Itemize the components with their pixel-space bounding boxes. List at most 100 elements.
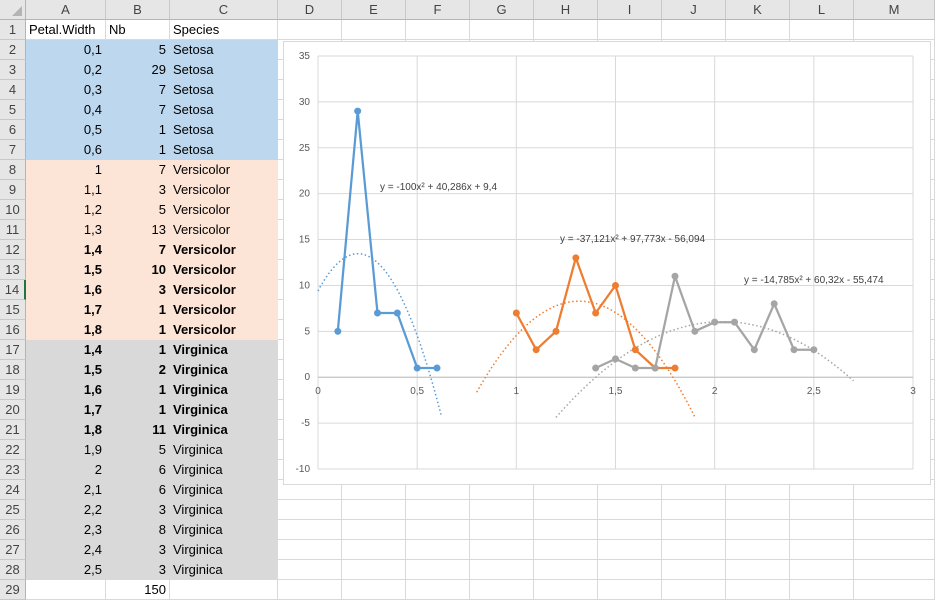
cell-b20[interactable]: 1 <box>106 400 170 420</box>
cell-e27[interactable] <box>342 540 406 560</box>
cell-c21[interactable]: Virginica <box>170 420 278 440</box>
cell-f28[interactable] <box>406 560 470 580</box>
cell-a29[interactable] <box>26 580 106 600</box>
cell-l29[interactable] <box>790 580 854 600</box>
cell-b9[interactable]: 3 <box>106 180 170 200</box>
cell-c8[interactable]: Versicolor <box>170 160 278 180</box>
cell-b21[interactable]: 11 <box>106 420 170 440</box>
row-header-9[interactable]: 9 <box>0 180 26 200</box>
cell-c10[interactable]: Versicolor <box>170 200 278 220</box>
cell-b29[interactable]: 150 <box>106 580 170 600</box>
row-header-23[interactable]: 23 <box>0 460 26 480</box>
cell-f29[interactable] <box>406 580 470 600</box>
cell-h29[interactable] <box>534 580 598 600</box>
cell-a11[interactable]: 1,3 <box>26 220 106 240</box>
column-header-d[interactable]: D <box>278 0 342 20</box>
column-header-c[interactable]: C <box>170 0 278 20</box>
cell-a9[interactable]: 1,1 <box>26 180 106 200</box>
row-header-26[interactable]: 26 <box>0 520 26 540</box>
cell-c29[interactable] <box>170 580 278 600</box>
cell-b23[interactable]: 6 <box>106 460 170 480</box>
cell-k25[interactable] <box>726 500 790 520</box>
cell-c6[interactable]: Setosa <box>170 120 278 140</box>
cell-c12[interactable]: Versicolor <box>170 240 278 260</box>
cell-a20[interactable]: 1,7 <box>26 400 106 420</box>
row-header-24[interactable]: 24 <box>0 480 26 500</box>
cell-c19[interactable]: Virginica <box>170 380 278 400</box>
cell-c26[interactable]: Virginica <box>170 520 278 540</box>
cell-l25[interactable] <box>790 500 854 520</box>
cell-a26[interactable]: 2,3 <box>26 520 106 540</box>
column-header-g[interactable]: G <box>470 0 534 20</box>
row-header-15[interactable]: 15 <box>0 300 26 320</box>
cell-i25[interactable] <box>598 500 662 520</box>
cell-c18[interactable]: Virginica <box>170 360 278 380</box>
cell-c3[interactable]: Setosa <box>170 60 278 80</box>
row-header-6[interactable]: 6 <box>0 120 26 140</box>
row-header-25[interactable]: 25 <box>0 500 26 520</box>
cell-b3[interactable]: 29 <box>106 60 170 80</box>
cell-c24[interactable]: Virginica <box>170 480 278 500</box>
cell-k1[interactable] <box>726 20 790 40</box>
cell-e28[interactable] <box>342 560 406 580</box>
cell-a16[interactable]: 1,8 <box>26 320 106 340</box>
cell-j25[interactable] <box>662 500 726 520</box>
cell-a21[interactable]: 1,8 <box>26 420 106 440</box>
row-header-29[interactable]: 29 <box>0 580 26 600</box>
cell-h1[interactable] <box>534 20 598 40</box>
cell-d25[interactable] <box>278 500 342 520</box>
cell-i27[interactable] <box>598 540 662 560</box>
cell-b7[interactable]: 1 <box>106 140 170 160</box>
cell-f27[interactable] <box>406 540 470 560</box>
cell-b11[interactable]: 13 <box>106 220 170 240</box>
cell-a15[interactable]: 1,7 <box>26 300 106 320</box>
cell-h28[interactable] <box>534 560 598 580</box>
cell-f1[interactable] <box>406 20 470 40</box>
cell-e29[interactable] <box>342 580 406 600</box>
column-header-a[interactable]: A <box>26 0 106 20</box>
cell-b19[interactable]: 1 <box>106 380 170 400</box>
cell-b5[interactable]: 7 <box>106 100 170 120</box>
cell-l27[interactable] <box>790 540 854 560</box>
cell-b26[interactable]: 8 <box>106 520 170 540</box>
cell-b17[interactable]: 1 <box>106 340 170 360</box>
cell-a19[interactable]: 1,6 <box>26 380 106 400</box>
row-header-2[interactable]: 2 <box>0 40 26 60</box>
cell-f26[interactable] <box>406 520 470 540</box>
row-header-18[interactable]: 18 <box>0 360 26 380</box>
row-header-8[interactable]: 8 <box>0 160 26 180</box>
cell-c20[interactable]: Virginica <box>170 400 278 420</box>
cell-a5[interactable]: 0,4 <box>26 100 106 120</box>
cell-b10[interactable]: 5 <box>106 200 170 220</box>
cell-b12[interactable]: 7 <box>106 240 170 260</box>
row-header-7[interactable]: 7 <box>0 140 26 160</box>
cell-a28[interactable]: 2,5 <box>26 560 106 580</box>
column-header-h[interactable]: H <box>534 0 598 20</box>
cell-b4[interactable]: 7 <box>106 80 170 100</box>
cell-a25[interactable]: 2,2 <box>26 500 106 520</box>
cell-b8[interactable]: 7 <box>106 160 170 180</box>
cell-a14[interactable]: 1,6 <box>26 280 106 300</box>
cell-c7[interactable]: Setosa <box>170 140 278 160</box>
cell-a23[interactable]: 2 <box>26 460 106 480</box>
cell-c16[interactable]: Versicolor <box>170 320 278 340</box>
cell-d1[interactable] <box>278 20 342 40</box>
cell-b28[interactable]: 3 <box>106 560 170 580</box>
cell-m1[interactable] <box>854 20 935 40</box>
cell-c5[interactable]: Setosa <box>170 100 278 120</box>
cell-b13[interactable]: 10 <box>106 260 170 280</box>
cell-i29[interactable] <box>598 580 662 600</box>
cell-b14[interactable]: 3 <box>106 280 170 300</box>
cell-m25[interactable] <box>854 500 935 520</box>
row-header-3[interactable]: 3 <box>0 60 26 80</box>
column-header-j[interactable]: J <box>662 0 726 20</box>
cell-b24[interactable]: 6 <box>106 480 170 500</box>
column-header-b[interactable]: B <box>106 0 170 20</box>
cell-k27[interactable] <box>726 540 790 560</box>
cell-i1[interactable] <box>598 20 662 40</box>
cell-c23[interactable]: Virginica <box>170 460 278 480</box>
cell-j28[interactable] <box>662 560 726 580</box>
cell-k29[interactable] <box>726 580 790 600</box>
cell-m29[interactable] <box>854 580 935 600</box>
column-header-f[interactable]: F <box>406 0 470 20</box>
